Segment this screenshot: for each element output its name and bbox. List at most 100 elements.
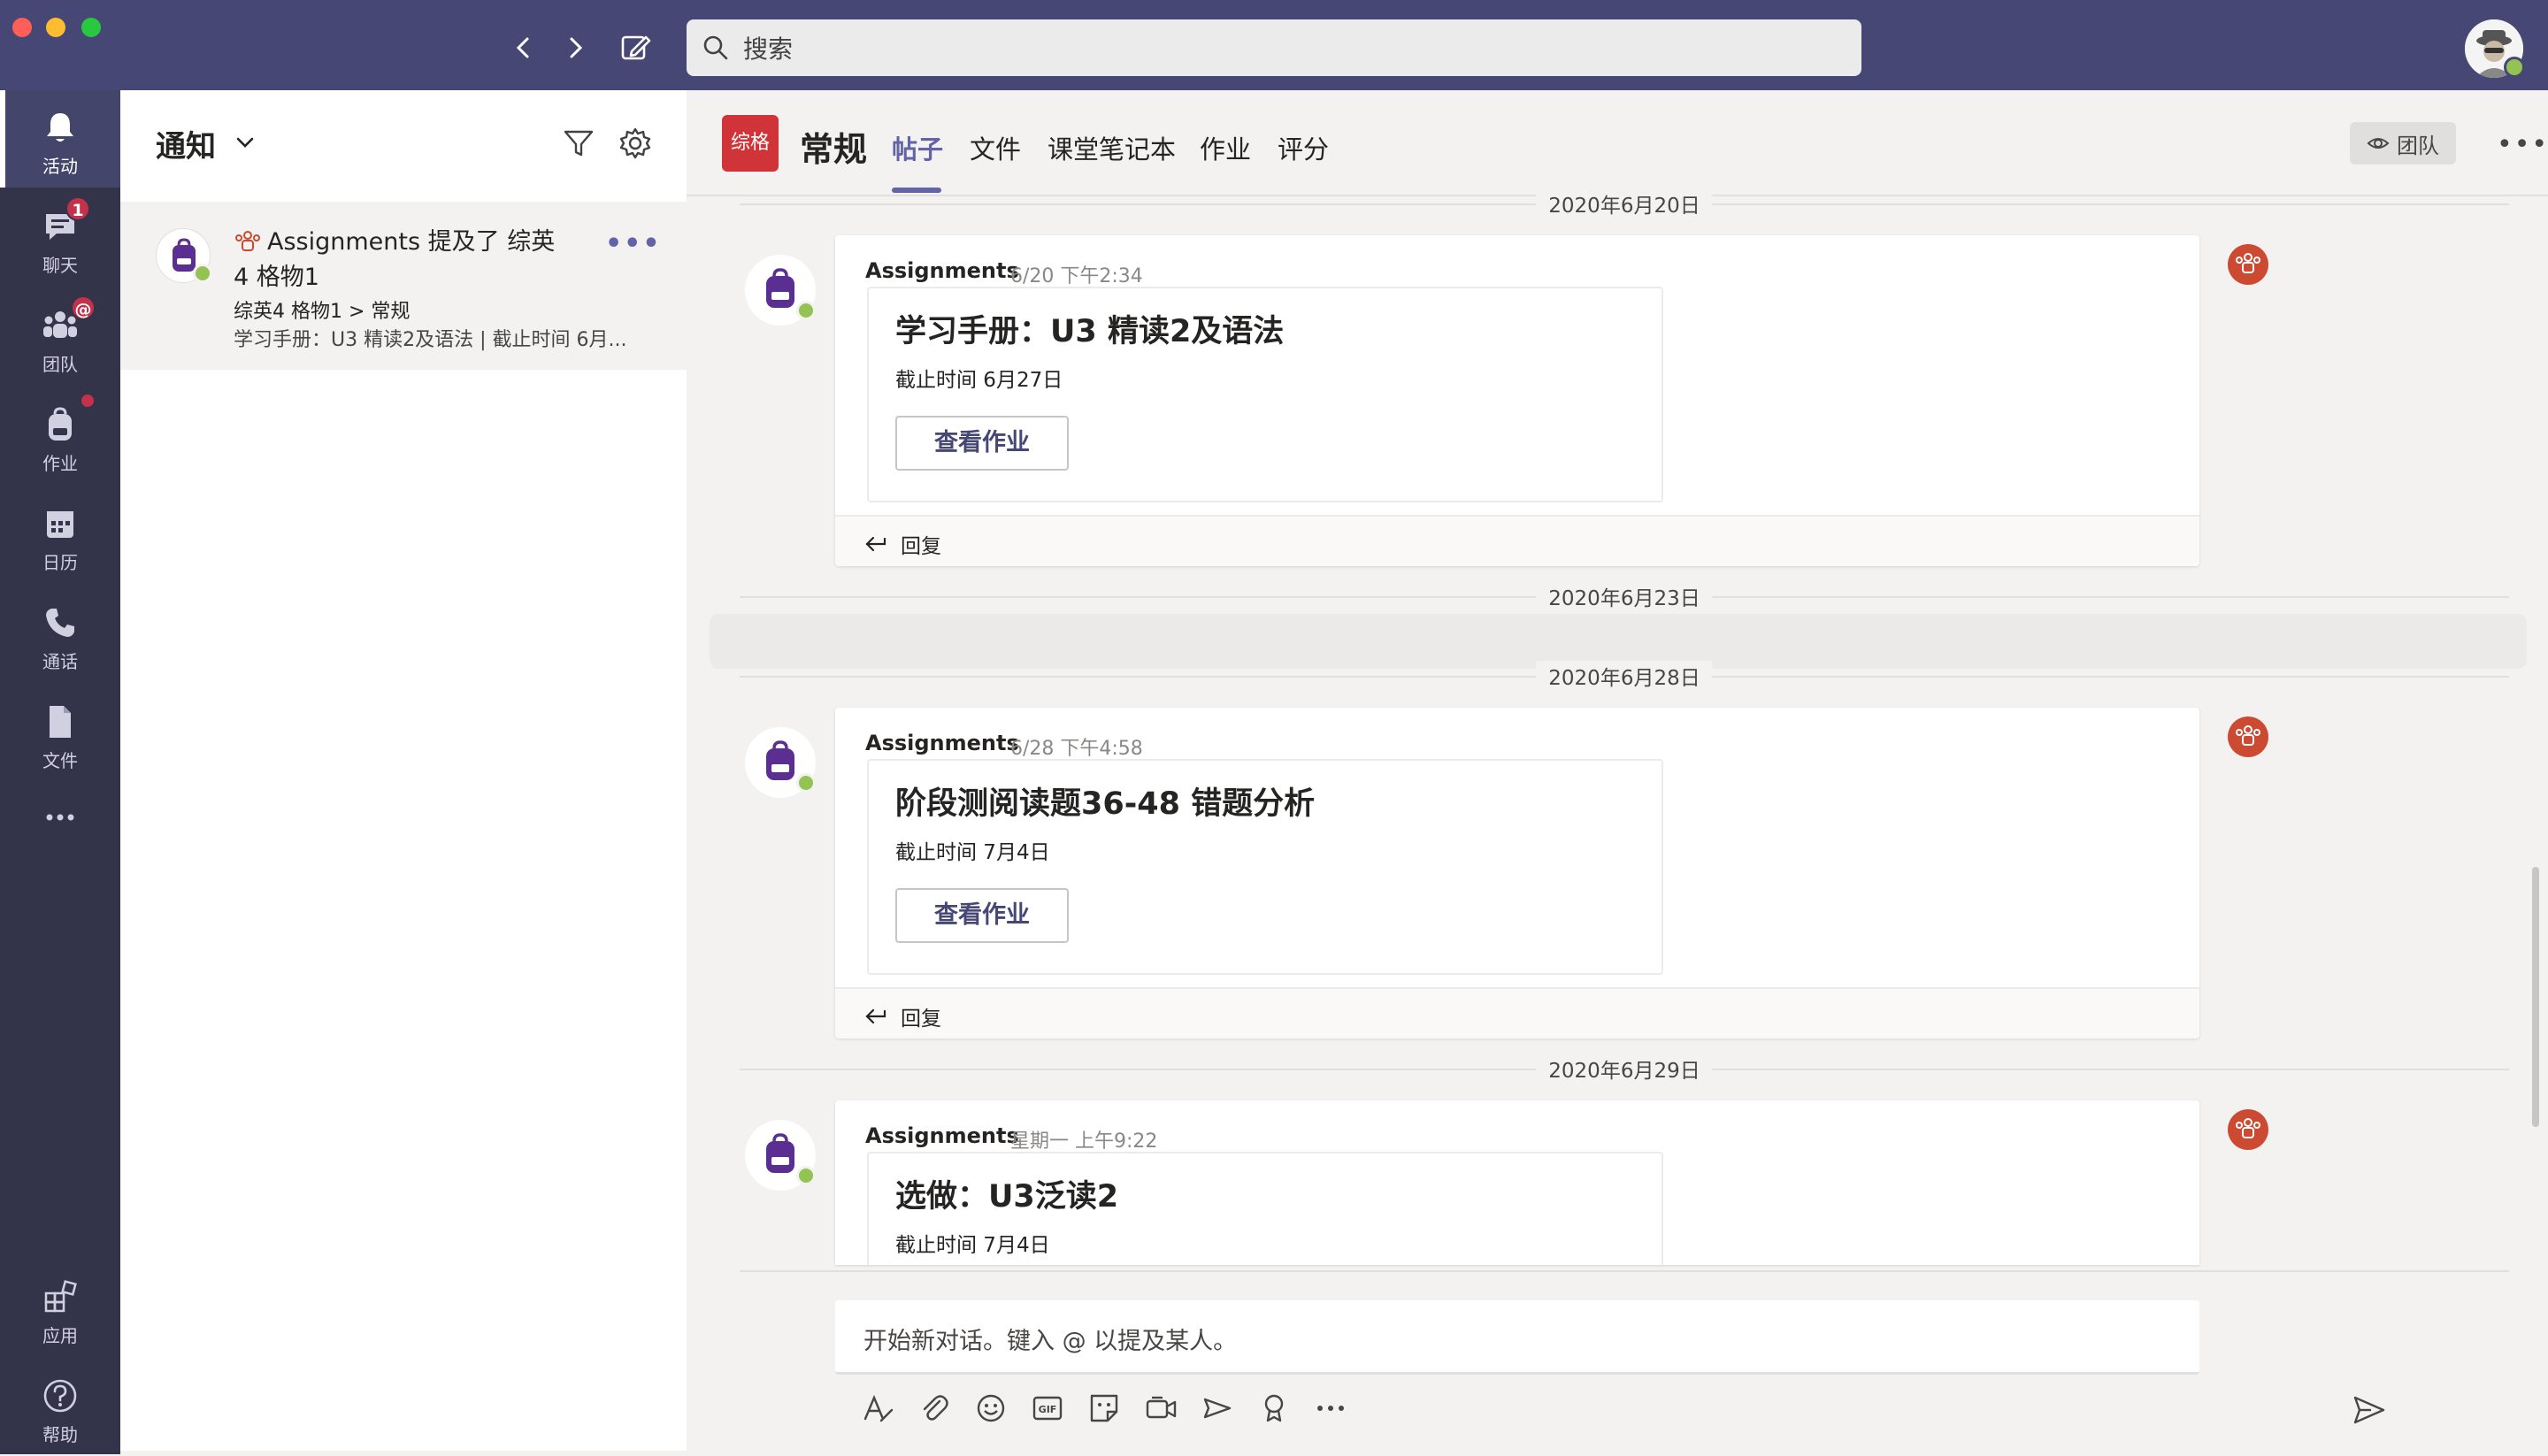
activity-pane: 通知 Assignments 提及了 综英4 格物1 综英4 格物1 > 常规 xyxy=(120,90,687,1451)
meet-now-icon[interactable] xyxy=(1143,1391,1178,1426)
forward-button[interactable] xyxy=(556,28,595,67)
more-options-icon[interactable]: ••• xyxy=(2497,129,2548,160)
reply-button[interactable]: 回复 xyxy=(835,515,2199,566)
teams-icon xyxy=(2236,253,2260,273)
view-assignment-button[interactable]: 查看作业 xyxy=(895,888,1069,943)
rail-item-activity[interactable]: 活动 xyxy=(0,90,120,188)
gear-icon[interactable] xyxy=(618,126,653,161)
phone-icon xyxy=(46,609,74,637)
post-author[interactable]: Assignments xyxy=(865,258,1019,283)
teams-icon xyxy=(2236,725,2260,746)
channel-name: 常规 xyxy=(800,130,868,169)
send-icon[interactable] xyxy=(2352,1392,2387,1428)
search-input[interactable]: 搜索 xyxy=(687,19,1861,76)
attach-icon[interactable] xyxy=(917,1391,952,1426)
svg-text:GIF: GIF xyxy=(1039,1404,1057,1415)
rail-label: 聊天 xyxy=(42,255,78,276)
apps-icon xyxy=(44,1280,77,1313)
mention-badge: @ xyxy=(71,295,96,320)
activity-title[interactable]: 通知 xyxy=(156,122,216,165)
window-close-button[interactable] xyxy=(12,18,32,37)
compose-box[interactable]: 开始新对话。键入 @ 以提及某人。 xyxy=(835,1300,2199,1375)
rail-item-chat[interactable]: 聊天 1 xyxy=(0,189,120,287)
tab-files[interactable]: 文件 xyxy=(970,129,1021,166)
rail-item-teams[interactable]: 团队 @ xyxy=(0,288,120,386)
emoji-icon[interactable] xyxy=(973,1391,1009,1426)
window-zoom-button[interactable] xyxy=(81,18,101,37)
backpack-icon xyxy=(49,407,72,441)
assignment-card: 选做：U3泛读2 截止时间 7月4日 xyxy=(867,1152,1663,1265)
post-timestamp: 6/28 下午4:58 xyxy=(1010,738,1143,760)
rail-item-files[interactable]: 文件 xyxy=(0,685,120,782)
channel-header: 综格 常规 帖子 文件 课堂笔记本 作业 评分 团队 ••• xyxy=(687,90,2548,196)
channel-view: 综格 常规 帖子 文件 课堂笔记本 作业 评分 团队 ••• 2020年6月20… xyxy=(687,90,2548,1451)
more-options-icon[interactable]: ••• xyxy=(605,228,662,259)
post-author[interactable]: Assignments xyxy=(865,731,1019,755)
rail-more-apps[interactable] xyxy=(0,787,120,849)
reply-icon xyxy=(865,1008,886,1024)
post-timestamp: 6/20 下午2:34 xyxy=(1010,265,1143,287)
active-tab-indicator xyxy=(892,188,941,193)
praise-icon[interactable] xyxy=(1256,1391,1292,1426)
tab-class-notebook[interactable]: 课堂笔记本 xyxy=(1048,129,1176,166)
post-timestamp: 星期一 上午9:22 xyxy=(1010,1130,1158,1153)
chat-unread-badge: 1 xyxy=(65,196,90,221)
rail-item-apps[interactable]: 应用 xyxy=(0,1260,120,1357)
team-icon xyxy=(2228,717,2268,757)
conversation-scrollbar[interactable] xyxy=(2532,867,2539,1127)
search-placeholder: 搜索 xyxy=(743,34,794,64)
sticker-icon[interactable] xyxy=(1086,1391,1122,1426)
new-chat-button[interactable] xyxy=(616,28,655,67)
activity-item-location: 综英4 格物1 > 常规 xyxy=(234,301,411,323)
team-icon xyxy=(2228,1109,2268,1150)
post-author[interactable]: Assignments xyxy=(865,1123,1019,1148)
presence-available-icon xyxy=(796,301,816,320)
rail-label: 团队 xyxy=(42,354,78,375)
team-button-label: 团队 xyxy=(2397,133,2439,158)
team-icon xyxy=(2228,244,2268,285)
team-button[interactable]: 团队 xyxy=(2350,122,2456,165)
presence-available-icon xyxy=(193,264,212,283)
rail-label: 文件 xyxy=(42,750,78,771)
date-separator: 2020年6月28日 xyxy=(740,661,2509,691)
date-label: 2020年6月20日 xyxy=(1536,188,1713,218)
chevron-right-icon xyxy=(570,37,583,58)
rail-item-help[interactable]: 帮助 xyxy=(0,1359,120,1456)
back-button[interactable] xyxy=(504,28,543,67)
reply-label: 回复 xyxy=(901,535,941,558)
compose-icon xyxy=(621,35,651,60)
stream-icon[interactable] xyxy=(1200,1391,1235,1426)
more-horizontal-icon xyxy=(46,814,74,821)
rail-item-assignments[interactable]: 作业 xyxy=(0,387,120,485)
rail-label: 日历 xyxy=(42,552,78,573)
calendar-icon xyxy=(47,511,73,538)
chevron-down-icon[interactable] xyxy=(234,131,257,154)
view-assignment-button[interactable]: 查看作业 xyxy=(895,416,1069,471)
format-icon[interactable] xyxy=(860,1391,895,1426)
list-bottom-divider xyxy=(740,1270,2509,1272)
assignments-dot-badge xyxy=(81,395,94,407)
presence-available-icon xyxy=(2504,57,2525,78)
presence-available-icon xyxy=(796,1166,816,1185)
more-options-icon[interactable] xyxy=(1313,1391,1348,1426)
teams-icon xyxy=(2236,1118,2260,1138)
search-icon xyxy=(703,35,728,60)
date-label: 2020年6月28日 xyxy=(1536,661,1713,691)
gif-icon[interactable]: GIF xyxy=(1030,1391,1065,1426)
presence-available-icon xyxy=(796,773,816,793)
window-minimize-button[interactable] xyxy=(46,18,65,37)
tab-grades[interactable]: 评分 xyxy=(1278,129,1329,166)
chevron-left-icon xyxy=(516,37,529,58)
title-bar: 搜索 xyxy=(0,0,2548,90)
rail-item-calendar[interactable]: 日历 xyxy=(0,487,120,584)
activity-feed-item[interactable]: Assignments 提及了 综英4 格物1 综英4 格物1 > 常规 学习手… xyxy=(120,202,687,370)
tab-assignments[interactable]: 作业 xyxy=(1200,129,1251,166)
post-card: Assignments 星期一 上午9:22 选做：U3泛读2 截止时间 7月4… xyxy=(835,1100,2199,1265)
reply-button[interactable]: 回复 xyxy=(835,987,2199,1038)
assignment-due: 截止时间 7月4日 xyxy=(895,1234,1050,1257)
rail-item-calls[interactable]: 通话 xyxy=(0,586,120,683)
tab-posts[interactable]: 帖子 xyxy=(892,129,943,166)
help-icon xyxy=(43,1379,77,1413)
assignment-card: 学习手册：U3 精读2及语法 截止时间 6月27日 查看作业 xyxy=(867,287,1663,502)
filter-icon[interactable] xyxy=(561,126,596,161)
